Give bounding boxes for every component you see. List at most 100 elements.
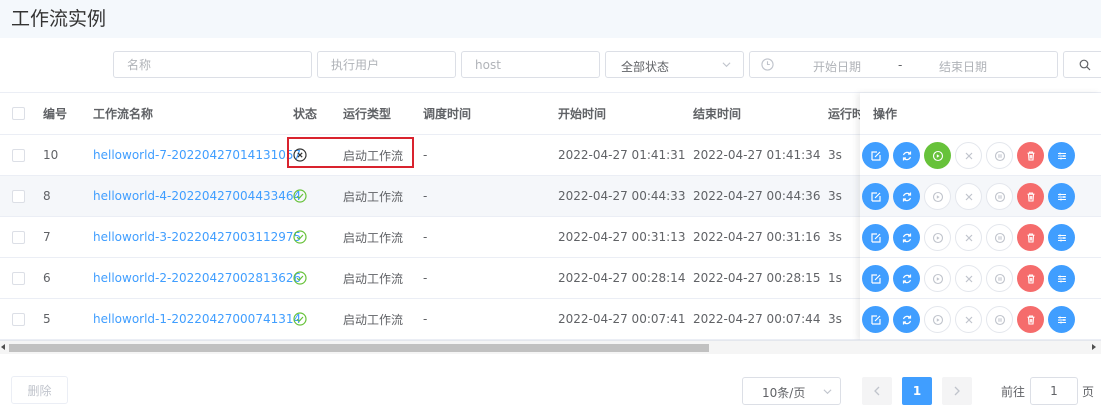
stop-button[interactable] <box>955 183 982 210</box>
rerun-button[interactable] <box>893 224 920 251</box>
pause-button[interactable] <box>986 183 1013 210</box>
rerun-button[interactable] <box>893 183 920 210</box>
clock-icon <box>761 58 774 71</box>
row-checkbox[interactable] <box>12 230 25 244</box>
start-date-placeholder[interactable]: 开始日期 <box>813 58 861 75</box>
stop-button[interactable] <box>955 224 982 251</box>
delete-row-button[interactable] <box>1017 306 1044 333</box>
status-select-value: 全部状态 <box>621 60 670 74</box>
row-name-cell: helloworld-4-20220427004433464 <box>93 176 301 216</box>
scroll-left-arrow-icon[interactable] <box>1 344 5 350</box>
row-run-time: 3s <box>828 230 842 244</box>
next-page-button[interactable] <box>942 377 972 405</box>
row-run-type: 启动工作流 <box>343 230 404 245</box>
stop-button[interactable] <box>955 142 982 169</box>
status-select[interactable]: 全部状态 <box>605 51 744 78</box>
host-filter-input[interactable] <box>461 51 600 78</box>
pause-button[interactable] <box>986 142 1013 169</box>
row-name-cell: helloworld-7-20220427014131057 <box>93 135 301 175</box>
success-status-icon <box>293 230 307 244</box>
workflow-name-link[interactable]: helloworld-3-20220427003112975 <box>93 230 301 244</box>
workflow-name-link[interactable]: helloworld-7-20220427014131057 <box>93 148 301 162</box>
workflow-name-link[interactable]: helloworld-4-20220427004433464 <box>93 189 301 203</box>
recover-button[interactable] <box>924 224 951 251</box>
success-status-icon <box>293 189 307 203</box>
row-checkbox[interactable] <box>12 312 25 326</box>
scroll-right-arrow-icon[interactable] <box>1092 344 1096 350</box>
chevron-left-icon <box>874 386 880 396</box>
page-size-select[interactable]: 10条/页 <box>742 377 841 405</box>
horizontal-scrollbar[interactable] <box>0 340 1101 354</box>
more-button[interactable] <box>1048 306 1075 333</box>
stop-button[interactable] <box>955 306 982 333</box>
success-status-icon <box>293 271 307 285</box>
workflow-name-link[interactable]: helloworld-1-20220427000741314 <box>93 312 301 326</box>
recover-button[interactable] <box>924 306 951 333</box>
pause-button[interactable] <box>986 265 1013 292</box>
row-checkbox[interactable] <box>12 148 25 162</box>
prev-page-button[interactable] <box>862 377 892 405</box>
edit-button[interactable] <box>862 142 889 169</box>
trash-icon <box>1027 191 1034 202</box>
stop-button[interactable] <box>955 265 982 292</box>
recover-button[interactable] <box>924 265 951 292</box>
name-input[interactable] <box>114 52 311 77</box>
name-filter-input[interactable] <box>113 51 312 78</box>
row-run-time: 3s <box>828 312 842 326</box>
row-start-time: 2022-04-27 00:44:33 <box>558 189 686 203</box>
row-num: 8 <box>43 189 51 203</box>
row-state-cell <box>293 217 307 257</box>
host-input[interactable] <box>462 52 599 77</box>
more-button[interactable] <box>1048 183 1075 210</box>
date-range-picker[interactable]: 开始日期 - 结束日期 <box>749 51 1058 78</box>
current-page-button[interactable]: 1 <box>902 377 932 405</box>
rerun-button[interactable] <box>893 265 920 292</box>
row-checkbox[interactable] <box>12 271 25 285</box>
recover-icon <box>932 273 943 284</box>
pause-button[interactable] <box>986 306 1013 333</box>
more-button[interactable] <box>1048 265 1075 292</box>
delete-row-button[interactable] <box>1017 265 1044 292</box>
edit-icon <box>870 191 881 202</box>
select-all-checkbox[interactable] <box>12 107 25 120</box>
goto-page-input[interactable]: 1 <box>1030 377 1078 405</box>
chevron-right-icon <box>954 386 960 396</box>
user-filter-input[interactable] <box>317 51 456 78</box>
edit-button[interactable] <box>862 306 889 333</box>
delete-row-button[interactable] <box>1017 224 1044 251</box>
delete-button[interactable]: 删除 <box>11 376 68 404</box>
recover-icon <box>932 314 943 325</box>
header-name: 工作流名称 <box>93 107 154 121</box>
recover-icon <box>932 232 943 243</box>
row-state-cell <box>293 299 307 339</box>
row-checkbox[interactable] <box>12 189 25 203</box>
edit-button[interactable] <box>862 224 889 251</box>
edit-button[interactable] <box>862 265 889 292</box>
row-run-type: 启动工作流 <box>343 312 404 327</box>
user-input[interactable] <box>318 52 455 77</box>
row-run-time: 3s <box>828 189 842 203</box>
more-button[interactable] <box>1048 224 1075 251</box>
pause-button[interactable] <box>986 224 1013 251</box>
search-button[interactable] <box>1063 51 1101 78</box>
more-button[interactable] <box>1048 142 1075 169</box>
delete-row-button[interactable] <box>1017 183 1044 210</box>
end-date-placeholder[interactable]: 结束日期 <box>939 58 987 75</box>
row-num: 6 <box>43 271 51 285</box>
scroll-thumb[interactable] <box>9 344 709 352</box>
recover-button[interactable] <box>924 142 951 169</box>
row-num: 5 <box>43 312 51 326</box>
header-run-type: 运行类型 <box>343 107 392 121</box>
rerun-button[interactable] <box>893 306 920 333</box>
settings-icon <box>1057 193 1066 200</box>
rerun-button[interactable] <box>893 142 920 169</box>
workflow-name-link[interactable]: helloworld-2-20220427002813626 <box>93 271 301 285</box>
delete-row-button[interactable] <box>1017 142 1044 169</box>
edit-button[interactable] <box>862 183 889 210</box>
rerun-icon <box>902 192 911 201</box>
row-start-time: 2022-04-27 01:41:31 <box>558 148 686 162</box>
settings-icon <box>1057 275 1066 282</box>
recover-button[interactable] <box>924 183 951 210</box>
header-ops: 操作 <box>873 107 898 121</box>
pause-icon <box>994 150 1005 161</box>
